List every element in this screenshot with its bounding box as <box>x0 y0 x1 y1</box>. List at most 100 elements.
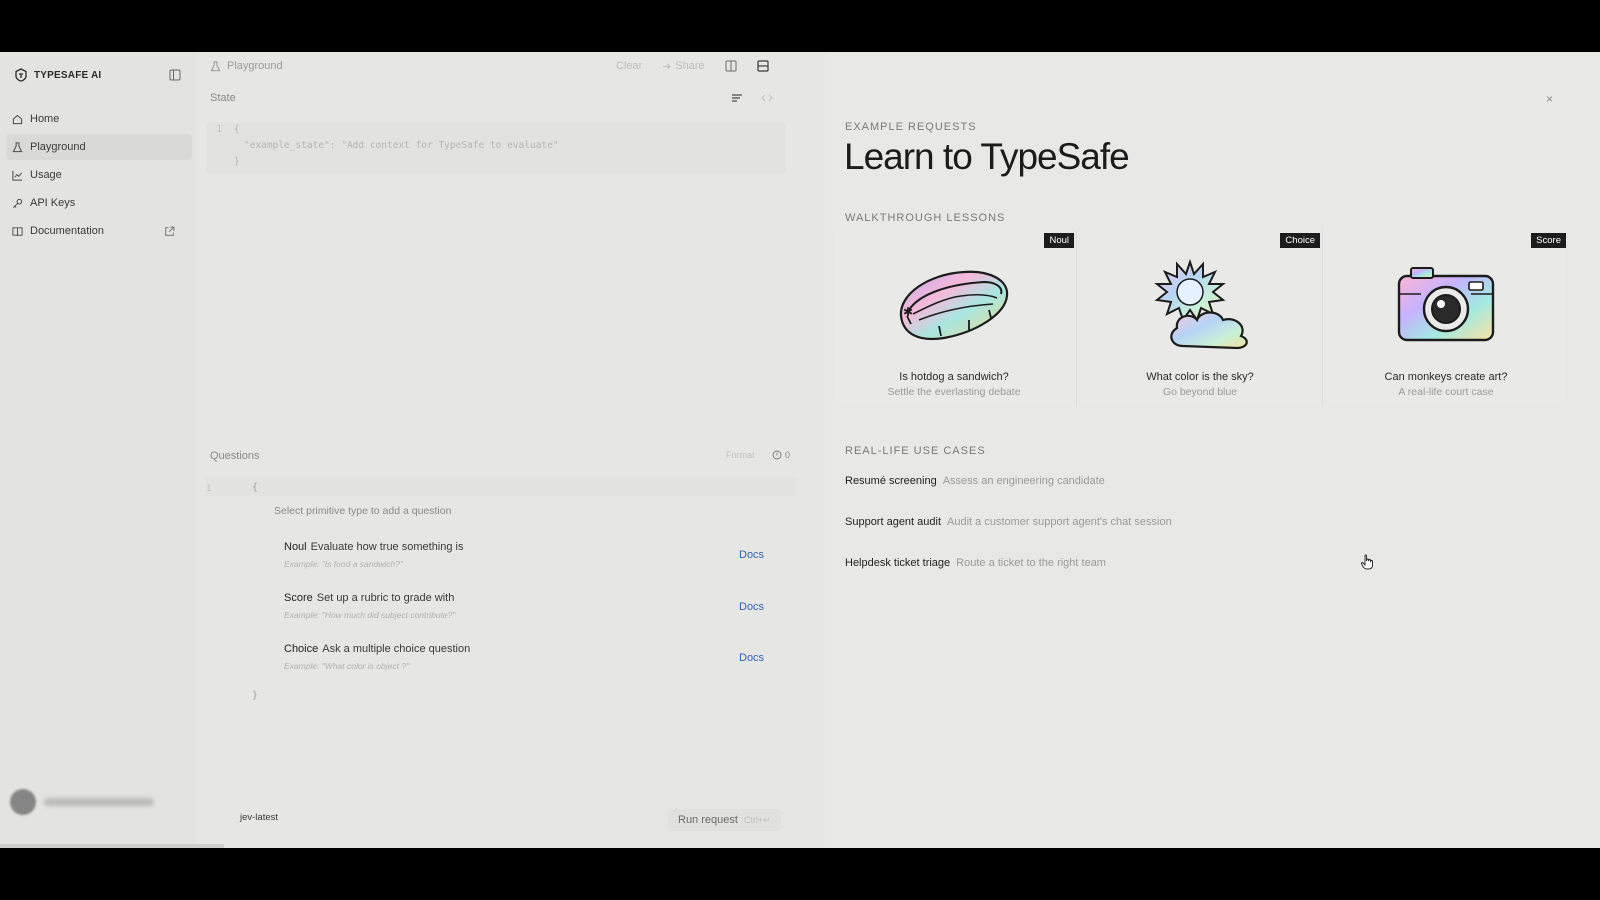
panel-title: Learn to TypeSafe <box>844 136 1130 177</box>
playground-editor: Playground Clear Share State 1 { "exampl… <box>196 52 806 848</box>
usecase-desc: Route a ticket to the right team <box>956 557 1106 569</box>
line-number: 1 <box>216 124 222 135</box>
primitive-example: Example: "Is food a sandwich?" <box>284 559 403 569</box>
close-icon[interactable]: × <box>1546 92 1553 106</box>
split-vertical-icon[interactable] <box>725 60 737 72</box>
sidebar-item-playground[interactable]: Playground <box>6 134 192 160</box>
primitive-title: Noul Evaluate how true something is <box>284 541 764 553</box>
usecase-title: Helpdesk ticket triage <box>845 557 951 569</box>
editor-actions: Clear Share <box>616 60 769 72</box>
chart-icon <box>12 170 23 181</box>
user-menu[interactable] <box>10 788 190 816</box>
sidebar-item-label: Playground <box>30 141 86 153</box>
primitive-example: Example: "What color is object ?" <box>284 661 410 671</box>
docs-link-score[interactable]: Docs <box>739 601 764 613</box>
run-label: Run request <box>678 814 738 826</box>
share-label: Share <box>675 60 705 72</box>
app-window: TYPESAFE AI Home Playground Usage API Ke… <box>0 52 1600 848</box>
share-icon <box>663 62 672 70</box>
brand-name: TYPESAFE AI <box>34 69 102 81</box>
home-icon <box>12 114 23 124</box>
sidebar-item-label: API Keys <box>30 197 76 209</box>
primitive-hint: Select primitive type to add a question <box>274 505 452 517</box>
sidebar-item-label: Home <box>30 113 60 125</box>
lesson-card-hotdog[interactable]: Noul ✱ Is hotdog a sandwich? Settle the … <box>834 230 1074 406</box>
camera-illustration <box>1397 267 1495 342</box>
code-line: } <box>206 156 240 170</box>
usecase-desc: Assess an engineering candidate <box>942 475 1105 487</box>
sidebar: TYPESAFE AI Home Playground Usage API Ke… <box>0 52 196 848</box>
usecase-title: Resumé screening <box>845 475 937 487</box>
avatar <box>10 789 36 815</box>
sidebar-item-api-keys[interactable]: API Keys <box>6 190 192 216</box>
question-count: 0 <box>772 450 790 460</box>
state-code-editor[interactable]: 1 { "example_state": "Add context for Ty… <box>206 122 786 174</box>
sidebar-item-label: Usage <box>30 169 62 181</box>
sidebar-item-usage[interactable]: Usage <box>6 162 192 188</box>
line-number: 1 <box>206 484 212 494</box>
state-tools <box>731 92 773 104</box>
breadcrumb-label: Playground <box>227 60 283 72</box>
sidebar-item-home[interactable]: Home <box>6 106 192 132</box>
lesson-title: Is hotdog a sandwich? <box>899 371 1009 383</box>
code-brace-open: { <box>252 482 259 493</box>
letterbox-bottom <box>0 848 1600 900</box>
flask-icon <box>210 60 221 71</box>
usecase-desc: Audit a customer support agent's chat se… <box>947 516 1172 528</box>
lesson-divider <box>1322 230 1323 406</box>
lesson-badge: Score <box>1531 233 1566 248</box>
question-count-value: 0 <box>785 450 791 460</box>
brand[interactable]: TYPESAFE AI <box>14 68 101 82</box>
docs-link-choice[interactable]: Docs <box>739 652 764 664</box>
letterbox-top <box>0 0 1600 52</box>
sidebar-nav: Home Playground Usage API Keys Documenta… <box>6 106 192 246</box>
primitive-desc: Evaluate how true something is <box>310 541 464 553</box>
primitive-name: Choice <box>284 643 319 655</box>
clear-button[interactable]: Clear <box>616 60 642 72</box>
external-link-icon <box>165 226 175 236</box>
lesson-title: Can monkeys create art? <box>1384 371 1508 383</box>
lesson-badge: Choice <box>1280 233 1320 248</box>
lesson-card-sky[interactable]: Choice What color is the sky? Go beyond … <box>1080 230 1320 406</box>
lesson-badge: Noul <box>1044 233 1074 248</box>
format-lines-icon[interactable] <box>731 92 743 104</box>
primitive-option-noul[interactable]: Noul Evaluate how true something is Examp… <box>284 541 764 569</box>
usecase-title: Support agent audit <box>845 516 942 528</box>
primitive-example: Example: "How much did subject contribut… <box>284 610 456 620</box>
code-icon[interactable] <box>761 92 773 104</box>
share-button[interactable]: Share <box>662 60 705 72</box>
breadcrumb: Playground <box>210 60 283 72</box>
usecase-support-agent-audit[interactable]: Support agent audit Audit a customer supp… <box>845 516 1172 528</box>
sidebar-item-label: Documentation <box>30 225 104 237</box>
run-request-button[interactable]: Run request Ctrl+↵ <box>668 809 781 831</box>
hand-cursor-icon <box>1361 554 1373 570</box>
usecase-helpdesk-triage[interactable]: Helpdesk ticket triage Route a ticket to … <box>845 557 1106 569</box>
lesson-divider <box>1076 230 1077 406</box>
docs-link-noul[interactable]: Docs <box>739 549 764 561</box>
code-text: } <box>234 156 240 167</box>
primitive-option-choice[interactable]: Choice Ask a multiple choice question Exa… <box>284 643 764 671</box>
questions-code-editor[interactable] <box>206 478 796 496</box>
collapse-sidebar-icon[interactable] <box>169 69 181 81</box>
hotdog-illustration: ✱ <box>899 270 1009 341</box>
lesson-subtitle: Settle the everlasting debate <box>887 386 1021 398</box>
run-shortcut: Ctrl+↵ <box>743 814 771 825</box>
primitive-option-score[interactable]: Score Set up a rubric to grade with Examp… <box>284 592 764 620</box>
line-number <box>206 140 230 154</box>
code-text: "example_state": "Add context for TypeSa… <box>244 140 559 151</box>
primitive-desc: Set up a rubric to grade with <box>316 592 455 604</box>
lesson-card-monkey-art[interactable]: Score Can monkeys create art? A real-lif… <box>1326 230 1566 406</box>
format-button[interactable]: Format <box>726 450 755 460</box>
questions-label: Questions <box>210 450 260 462</box>
primitive-title: Score Set up a rubric to grade with <box>284 592 764 604</box>
primitive-title: Choice Ask a multiple choice question <box>284 643 764 655</box>
state-label: State <box>210 92 236 104</box>
usecase-resume-screening[interactable]: Resumé screening Assess an engineering ca… <box>845 475 1105 487</box>
code-line: 1 { <box>206 124 239 138</box>
line-number <box>206 156 230 170</box>
sidebar-item-documentation[interactable]: Documentation <box>6 218 192 244</box>
split-horizontal-icon[interactable] <box>757 60 769 72</box>
model-selector[interactable]: jev-latest <box>240 812 278 823</box>
panel-eyebrow: EXAMPLE REQUESTS <box>845 121 977 133</box>
sun-cloud-illustration <box>1154 258 1248 350</box>
